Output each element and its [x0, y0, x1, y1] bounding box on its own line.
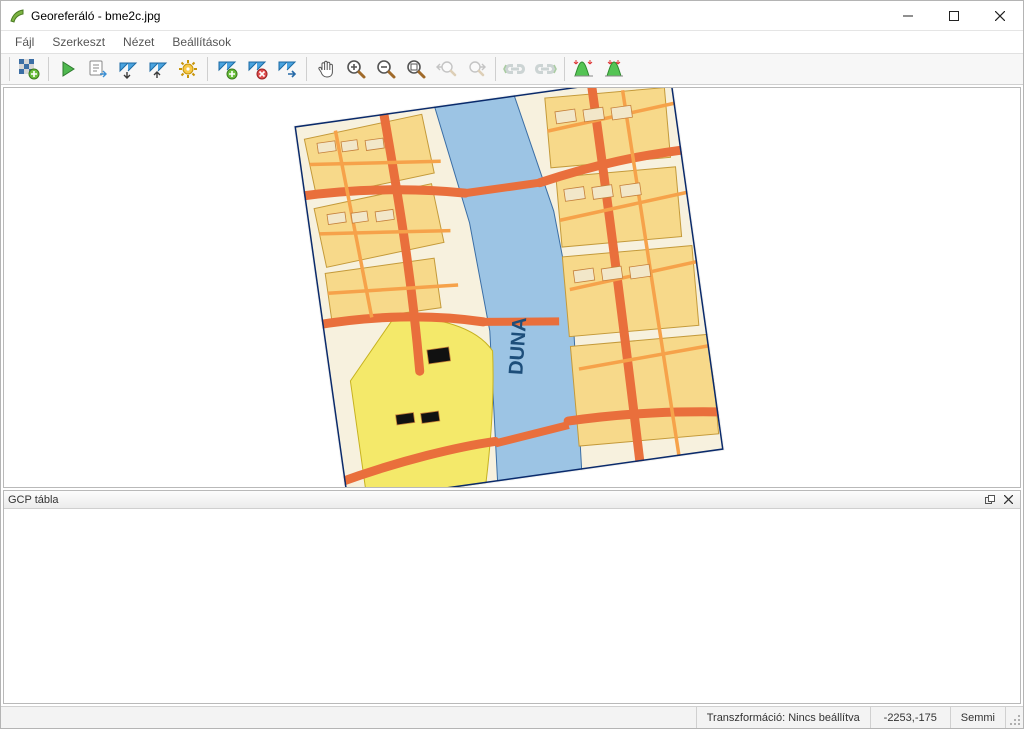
gcp-delete-icon [246, 58, 268, 80]
gear-icon [177, 58, 199, 80]
pan-button[interactable] [311, 55, 341, 83]
resize-grip[interactable] [1005, 707, 1023, 728]
maximize-icon [949, 11, 959, 21]
menu-settings[interactable]: Beállítások [164, 33, 239, 51]
save-gcp-button[interactable] [143, 55, 173, 83]
zoom-in-icon [345, 58, 367, 80]
close-small-icon [1004, 495, 1013, 504]
close-panel-button[interactable] [1000, 493, 1016, 507]
histogram-icon [573, 58, 595, 80]
menu-edit[interactable]: Szerkeszt [44, 33, 113, 51]
close-button[interactable] [977, 1, 1023, 31]
zoom-next-icon [465, 58, 487, 80]
toolbar [1, 53, 1023, 85]
statusbar: Transzformáció: Nincs beállítva -2253,-1… [1, 706, 1023, 728]
zoom-out-icon [375, 58, 397, 80]
move-point-button[interactable] [272, 55, 302, 83]
zoom-last-icon [435, 58, 457, 80]
raster-image: DUNA [294, 87, 723, 488]
link-right-icon [533, 59, 557, 79]
status-transform: Transzformáció: Nincs beállítva [696, 707, 870, 728]
minimize-button[interactable] [885, 1, 931, 31]
gcp-panel-header: GCP tábla [4, 491, 1020, 509]
checkerboard-plus-icon [18, 58, 40, 80]
zoom-last-button[interactable] [431, 55, 461, 83]
transform-settings-button[interactable] [173, 55, 203, 83]
map-canvas[interactable]: DUNA [3, 87, 1021, 488]
zoom-in-button[interactable] [341, 55, 371, 83]
full-histogram-button[interactable] [569, 55, 599, 83]
zoom-out-button[interactable] [371, 55, 401, 83]
local-histogram-button[interactable] [599, 55, 629, 83]
close-icon [995, 11, 1005, 21]
delete-point-button[interactable] [242, 55, 272, 83]
menu-file[interactable]: Fájl [7, 33, 42, 51]
add-point-button[interactable] [212, 55, 242, 83]
link-qgis-button[interactable] [530, 55, 560, 83]
grip-icon [1009, 714, 1021, 726]
status-coords: -2253,-175 [870, 707, 950, 728]
title-sep: - [94, 9, 105, 23]
menubar: Fájl Szerkeszt Nézet Beállítások [1, 31, 1023, 53]
titlebar: Georeferáló - bme2c.jpg [1, 1, 1023, 31]
gcp-move-icon [276, 58, 298, 80]
start-georef-button[interactable] [53, 55, 83, 83]
gcp-save-icon [147, 58, 169, 80]
window-title: Georeferáló - bme2c.jpg [31, 9, 160, 23]
river-label: DUNA [505, 316, 531, 375]
generate-script-button[interactable] [83, 55, 113, 83]
gcp-panel: GCP tábla [3, 490, 1021, 704]
local-histogram-icon [603, 58, 625, 80]
app-name-text: Georeferáló [31, 9, 94, 23]
app-window: Georeferáló - bme2c.jpg Fájl Szerkeszt N… [0, 0, 1024, 729]
status-rotation: Semmi [950, 707, 1005, 728]
gcp-table-body[interactable] [4, 509, 1020, 703]
zoom-layer-icon [405, 58, 427, 80]
minimize-icon [903, 11, 913, 21]
load-gcp-button[interactable] [113, 55, 143, 83]
undock-panel-button[interactable] [982, 493, 998, 507]
open-raster-button[interactable] [14, 55, 44, 83]
link-georef-button[interactable] [500, 55, 530, 83]
hand-icon [315, 58, 337, 80]
gcp-load-icon [117, 58, 139, 80]
play-icon [58, 59, 78, 79]
script-arrow-icon [87, 58, 109, 80]
undock-icon [985, 495, 995, 505]
zoom-next-button[interactable] [461, 55, 491, 83]
maximize-button[interactable] [931, 1, 977, 31]
gcp-panel-title: GCP tábla [8, 494, 59, 506]
gcp-add-icon [216, 58, 238, 80]
file-name-text: bme2c.jpg [105, 9, 160, 23]
zoom-layer-button[interactable] [401, 55, 431, 83]
link-left-icon [503, 59, 527, 79]
menu-view[interactable]: Nézet [115, 33, 162, 51]
app-icon [9, 8, 25, 24]
